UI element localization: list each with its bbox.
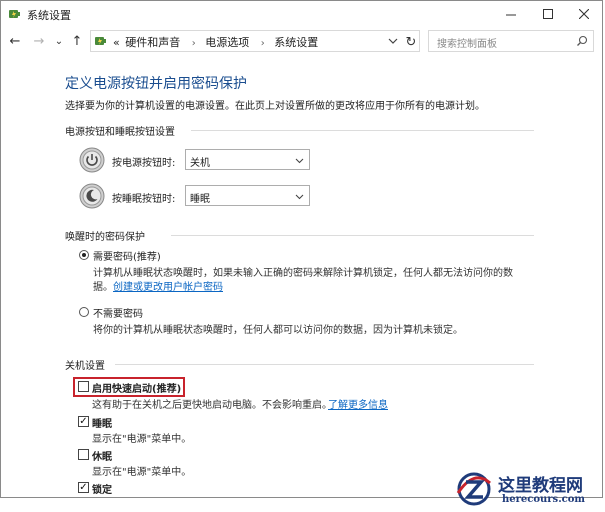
- search-placeholder: 搜索控制面板: [437, 39, 497, 50]
- power-button-icon: [79, 147, 105, 173]
- title-bar: 系统设置: [1, 1, 602, 27]
- lock-option-label[interactable]: 锁定: [92, 481, 112, 496]
- page-description: 选择要为你的计算机设置的电源设置。在此页上对设置所做的更改将应用于你所有的电源计…: [65, 101, 485, 112]
- hibernate-option-description: 显示在"电源"菜单中。: [92, 467, 192, 478]
- fast-startup-description: 这有助于在关机之后更快地启动电脑。不会影响重启。: [92, 400, 332, 411]
- fast-startup-checkbox[interactable]: [78, 381, 89, 392]
- chevron-down-icon: [295, 194, 304, 200]
- maximize-button[interactable]: [528, 1, 568, 27]
- breadcrumb-item-system-settings[interactable]: 系统设置: [274, 36, 318, 49]
- require-password-label[interactable]: 需要密码(推荐): [93, 248, 161, 263]
- watermark-chinese-text: 这里教程网: [498, 476, 583, 496]
- require-password-radio[interactable]: [79, 250, 89, 260]
- power-options-icon: [9, 10, 20, 18]
- no-password-label[interactable]: 不需要密码: [93, 305, 143, 320]
- section-divider: [171, 235, 534, 236]
- section-header-shutdown: 关机设置: [65, 361, 105, 372]
- sleep-button-icon: [79, 183, 105, 209]
- watermark-domain-text: herecours.com: [502, 494, 586, 505]
- site-logo-icon: [456, 472, 491, 506]
- up-button[interactable]: ↑: [69, 32, 85, 50]
- section-divider: [191, 130, 534, 131]
- fast-startup-label[interactable]: 启用快速启动(推荐): [92, 380, 181, 395]
- search-input[interactable]: 搜索控制面板: [428, 30, 594, 52]
- site-watermark: 这里教程网 herecours.com: [446, 467, 605, 512]
- sleep-option-label[interactable]: 睡眠: [92, 415, 112, 430]
- hibernate-checkbox[interactable]: [78, 449, 89, 460]
- page-title: 定义电源按钮并启用密码保护: [65, 76, 247, 92]
- close-icon: [579, 9, 589, 19]
- no-password-radio[interactable]: [79, 307, 89, 317]
- sleep-option-description: 显示在"电源"菜单中。: [92, 434, 192, 445]
- breadcrumb: « 硬件和声音 › 电源选项 › 系统设置: [113, 34, 320, 50]
- refresh-icon: ↻: [405, 34, 417, 50]
- back-button[interactable]: ←: [7, 32, 23, 50]
- learn-more-link[interactable]: 了解更多信息: [328, 396, 388, 411]
- window-title: 系统设置: [27, 9, 71, 22]
- breadcrumb-separator[interactable]: ›: [261, 38, 265, 49]
- breadcrumb-separator[interactable]: ›: [192, 38, 196, 49]
- sleep-button-action-value: 睡眠: [190, 194, 210, 205]
- navigation-bar: ← → ⌄ ↑ « 硬件和声音 › 电源选项 › 系统设置 ↻ 搜索控制面板: [1, 28, 602, 56]
- power-button-action-value: 关机: [190, 158, 210, 169]
- search-icon[interactable]: [576, 35, 588, 47]
- minimize-icon: [506, 14, 516, 16]
- power-button-label: 按电源按钮时:: [112, 158, 176, 169]
- refresh-button[interactable]: ↻: [401, 32, 421, 52]
- lock-checkbox[interactable]: ✓: [78, 482, 89, 493]
- sleep-button-action-select[interactable]: 睡眠: [185, 185, 310, 206]
- forward-button[interactable]: →: [31, 32, 47, 50]
- hibernate-option-label[interactable]: 休眠: [92, 448, 112, 463]
- power-button-action-select[interactable]: 关机: [185, 149, 310, 170]
- chevron-down-icon[interactable]: [387, 35, 399, 47]
- section-divider: [115, 364, 534, 365]
- breadcrumb-overflow[interactable]: «: [113, 36, 120, 49]
- control-panel-icon: [95, 37, 106, 45]
- no-password-description: 将你的计算机从睡眠状态唤醒时，任何人都可以访问你的数据，因为计算机未锁定。: [93, 325, 463, 336]
- recent-locations-button[interactable]: ⌄: [51, 32, 67, 50]
- require-password-description: 计算机从睡眠状态唤醒时，如果未输入正确的密码来解除计算机锁定，任何人都无法访问你…: [93, 268, 513, 279]
- breadcrumb-item-hardware-sound[interactable]: 硬件和声音: [125, 36, 180, 49]
- breadcrumb-item-power-options[interactable]: 电源选项: [205, 36, 249, 49]
- address-bar[interactable]: « 硬件和声音 › 电源选项 › 系统设置: [90, 30, 420, 52]
- close-button[interactable]: [564, 1, 604, 27]
- sleep-checkbox[interactable]: ✓: [78, 416, 89, 427]
- require-password-description-cont: 据。: [93, 282, 113, 293]
- system-settings-window: 系统设置 ← → ⌄ ↑ « 硬件和声音 › 电源选项 › 系统设置 ↻ 搜索控…: [0, 0, 603, 498]
- main-content: 定义电源按钮并启用密码保护 选择要为你的计算机设置的电源设置。在此页上对设置所做…: [1, 59, 602, 497]
- sleep-button-label: 按睡眠按钮时:: [112, 194, 176, 205]
- create-change-password-link[interactable]: 创建或更改用户帐户密码: [113, 278, 223, 293]
- maximize-icon: [543, 9, 553, 19]
- chevron-down-icon: [295, 158, 304, 164]
- section-header-password: 唤醒时的密码保护: [65, 232, 145, 243]
- minimize-button[interactable]: [491, 1, 531, 27]
- section-header-power-buttons: 电源按钮和睡眠按钮设置: [65, 127, 175, 138]
